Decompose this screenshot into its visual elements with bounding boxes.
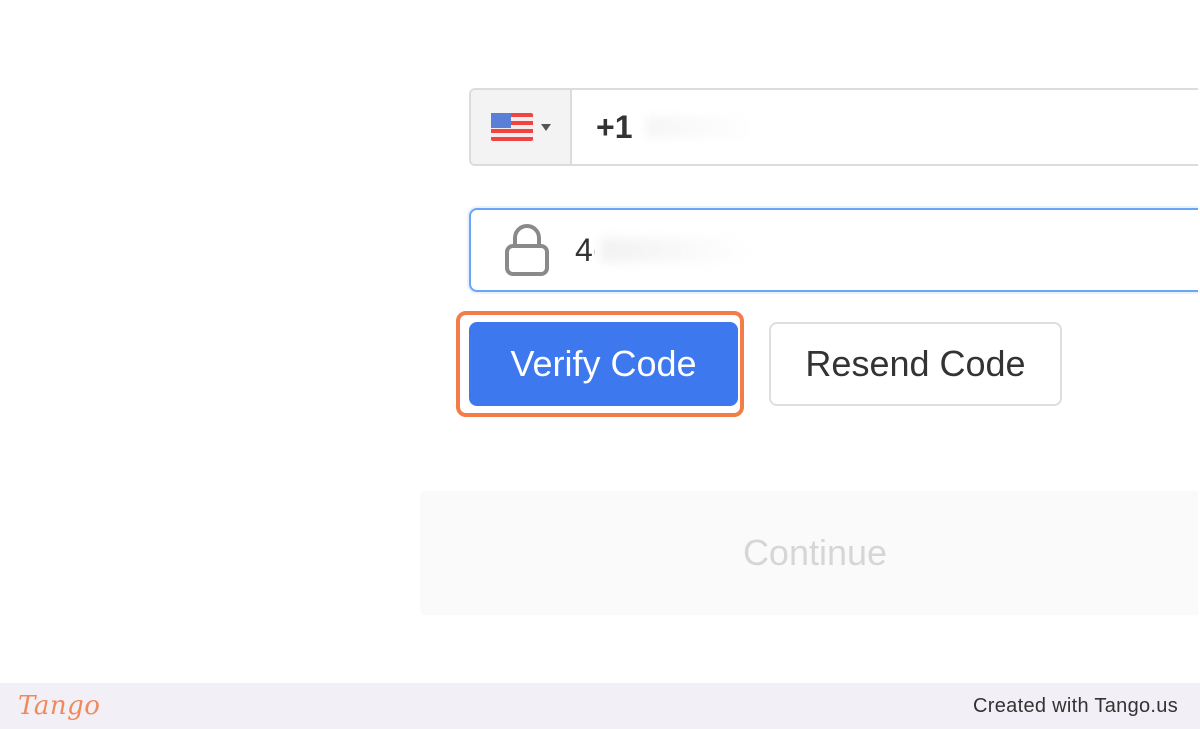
chevron-down-icon	[540, 123, 551, 131]
footer-credit[interactable]: Created with Tango.us	[973, 695, 1178, 718]
tango-frame: +1 4( Verify Code Resend Code Continue T…	[0, 0, 1200, 729]
resend-code-button[interactable]: Resend Code	[769, 322, 1062, 406]
country-select[interactable]	[471, 90, 572, 164]
verification-code-redacted	[601, 238, 751, 262]
us-flag-icon	[490, 113, 533, 141]
phone-input-group: +1	[469, 88, 1198, 166]
phone-number-redacted[interactable]	[646, 116, 757, 138]
click-highlight	[456, 311, 744, 417]
footer-bar: Tango Created with Tango.us	[0, 683, 1200, 729]
verification-code-value: 4(	[575, 231, 595, 268]
verification-code-field[interactable]: 4(	[469, 208, 1198, 292]
tango-logo: Tango	[18, 691, 101, 721]
lock-icon	[505, 224, 549, 276]
phone-country-code: +1	[596, 108, 633, 145]
continue-button[interactable]: Continue	[420, 491, 1198, 615]
